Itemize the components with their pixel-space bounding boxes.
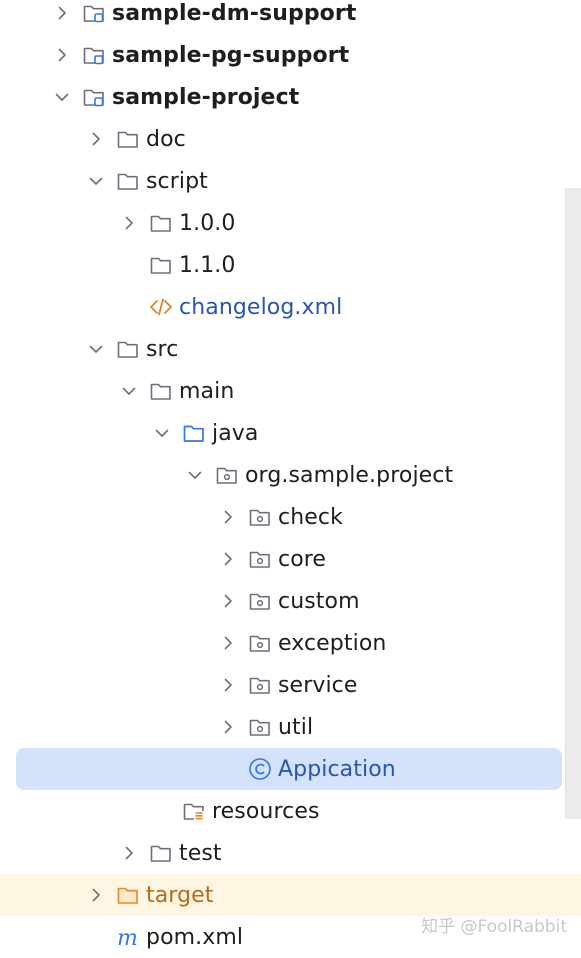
chevron-right-icon[interactable] (86, 885, 106, 905)
tree-item-java[interactable]: java (0, 412, 565, 454)
package-icon (248, 547, 272, 571)
tree-item-script[interactable]: script (0, 160, 565, 202)
tree-item-label: doc (146, 126, 186, 152)
tree-item-label: util (278, 714, 314, 740)
folder-icon (116, 127, 140, 151)
tree-item-util[interactable]: util (0, 706, 565, 748)
watermark: 知乎 @FoolRabbit (421, 917, 567, 937)
svg-text:m: m (117, 926, 138, 949)
chevron-right-icon[interactable] (218, 717, 238, 737)
tree-item-sample-dm-support[interactable]: sample-dm-support (0, 0, 565, 34)
tree-item-custom[interactable]: custom (0, 580, 565, 622)
chevron-right-icon[interactable] (218, 549, 238, 569)
tree-item-label: src (146, 336, 179, 362)
folder-icon (116, 337, 140, 361)
tree-item-main[interactable]: main (0, 370, 565, 412)
tree-item-label: 1.0.0 (179, 210, 236, 236)
project-tree: sample-dm-support sample-pg-support samp… (0, 0, 581, 950)
tree-item-1-1-0[interactable]: 1.1.0 (0, 244, 565, 286)
tree-item-target[interactable]: target (0, 874, 581, 916)
tree-item-src[interactable]: src (0, 328, 565, 370)
chevron-down-icon[interactable] (86, 171, 106, 191)
tree-item-label: sample-pg-support (112, 42, 350, 68)
package-icon (248, 505, 272, 529)
folder-icon (149, 379, 173, 403)
chevron-right-icon[interactable] (218, 675, 238, 695)
chevron-right-icon[interactable] (86, 129, 106, 149)
tree-item-changelog-xml[interactable]: changelog.xml (0, 286, 565, 328)
tree-item-label: changelog.xml (179, 294, 343, 320)
tree-item-label: check (278, 504, 343, 530)
maven-icon: m (116, 925, 140, 949)
source-root-folder-icon (182, 421, 206, 445)
tree-item-label: 1.1.0 (179, 252, 236, 278)
tree-item-core[interactable]: core (0, 538, 565, 580)
tree-item-resources[interactable]: resources (0, 790, 565, 832)
chevron-right-icon[interactable] (119, 213, 139, 233)
chevron-right-icon[interactable] (52, 3, 72, 23)
chevron-right-icon[interactable] (52, 45, 72, 65)
java-class-icon (248, 757, 272, 781)
package-icon (248, 631, 272, 655)
tree-item-appication[interactable]: Appication (0, 748, 565, 790)
chevron-down-icon[interactable] (52, 87, 72, 107)
tree-item-label: service (278, 672, 358, 698)
tree-item-label: sample-dm-support (112, 0, 357, 26)
resources-folder-icon (182, 799, 206, 823)
tree-item-sample-pg-support[interactable]: sample-pg-support (0, 34, 565, 76)
module-folder-icon (82, 85, 106, 109)
chevron-right-icon[interactable] (119, 843, 139, 863)
tree-item-test[interactable]: test (0, 832, 565, 874)
folder-icon (149, 211, 173, 235)
tree-item-org-sample-project[interactable]: org.sample.project (0, 454, 565, 496)
package-icon (248, 673, 272, 697)
chevron-right-icon[interactable] (218, 633, 238, 653)
tree-item-label: script (146, 168, 208, 194)
folder-icon (116, 169, 140, 193)
tree-item-label: custom (278, 588, 360, 614)
tree-item-exception[interactable]: exception (0, 622, 565, 664)
tree-item-label: java (212, 420, 259, 446)
tree-item-service[interactable]: service (0, 664, 565, 706)
package-icon (248, 589, 272, 613)
excluded-folder-icon (116, 883, 140, 907)
tree-item-label: core (278, 546, 327, 572)
package-icon (248, 715, 272, 739)
tree-item-sample-project[interactable]: sample-project (0, 76, 565, 118)
module-folder-icon (82, 43, 106, 67)
tree-item-label: sample-project (112, 84, 300, 110)
chevron-down-icon[interactable] (86, 339, 106, 359)
chevron-down-icon[interactable] (185, 465, 205, 485)
chevron-down-icon[interactable] (152, 423, 172, 443)
chevron-right-icon[interactable] (218, 591, 238, 611)
tree-item-doc[interactable]: doc (0, 118, 565, 160)
folder-icon (149, 253, 173, 277)
folder-icon (149, 841, 173, 865)
tree-item-check[interactable]: check (0, 496, 565, 538)
tree-item-label: org.sample.project (245, 462, 454, 488)
tree-item-1-0-0[interactable]: 1.0.0 (0, 202, 565, 244)
tree-item-label: pom.xml (146, 924, 244, 950)
module-folder-icon (82, 1, 106, 25)
tree-item-label: main (179, 378, 235, 404)
package-icon (215, 463, 239, 487)
tree-item-label: Appication (278, 756, 396, 782)
chevron-right-icon[interactable] (218, 507, 238, 527)
tree-item-label: target (146, 882, 214, 908)
xml-file-icon (149, 295, 173, 319)
vertical-scrollbar[interactable] (565, 188, 581, 819)
tree-item-label: test (179, 840, 222, 866)
chevron-down-icon[interactable] (119, 381, 139, 401)
tree-item-label: resources (212, 798, 320, 824)
tree-item-label: exception (278, 630, 387, 656)
